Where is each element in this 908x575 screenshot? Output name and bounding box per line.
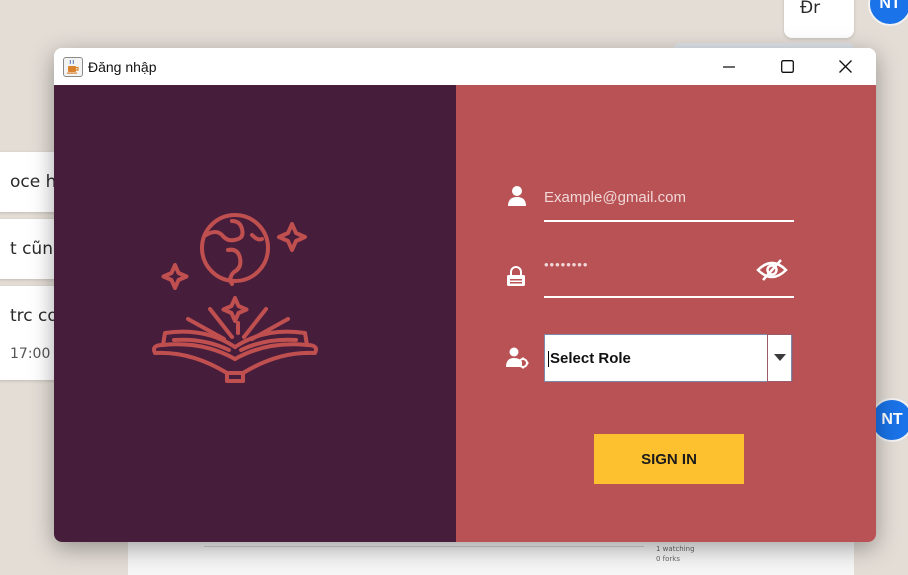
chat-bubble-text: Đr: [800, 0, 821, 18]
chat-message-time: 17:00: [10, 346, 51, 362]
background-divider: [204, 546, 644, 547]
role-dropdown-button[interactable]: [767, 334, 793, 382]
role-select-value: Select Role: [548, 350, 631, 367]
close-icon: [838, 60, 852, 73]
title-bar[interactable]: Đăng nhập: [54, 48, 876, 85]
close-button[interactable]: [816, 48, 874, 85]
chat-message: oce h: [0, 152, 62, 212]
chat-message-text: t cũn: [10, 239, 53, 259]
repo-stats: 1 watching 0 forks: [656, 544, 695, 564]
window-title: Đăng nhập: [88, 59, 157, 75]
password-underline: [544, 296, 794, 298]
login-window: Đăng nhập Example@gmail.com •••••••• Sel…: [54, 48, 876, 542]
user-icon: [508, 186, 526, 206]
password-field[interactable]: ••••••••: [544, 257, 588, 272]
book-globe-illustration: [152, 213, 318, 383]
caret-down-icon: [774, 354, 786, 361]
chat-message: t cũn: [0, 219, 62, 279]
chat-message-text: trc co: [10, 306, 58, 326]
minimize-button[interactable]: [700, 48, 758, 85]
minimize-icon: [723, 65, 735, 68]
java-app-icon: [63, 57, 83, 77]
avatar[interactable]: NT: [868, 0, 908, 26]
login-form-panel: •••••••• Select Role SIGN IN: [456, 85, 876, 542]
maximize-icon: [780, 60, 794, 73]
email-underline: [544, 220, 794, 222]
maximize-button[interactable]: [758, 48, 816, 85]
user-gear-icon: [506, 347, 529, 369]
chat-bubble-top: Đr: [784, 0, 854, 38]
role-select[interactable]: Select Role: [544, 334, 792, 382]
chat-message-text: oce h: [10, 172, 57, 192]
eye-slash-icon[interactable]: [756, 258, 788, 282]
watching-count: 1 watching: [656, 545, 695, 553]
forks-count: 0 forks: [656, 555, 681, 563]
email-input[interactable]: [544, 185, 794, 209]
chat-message: trc co 17:00: [0, 286, 62, 380]
illustration-panel: [54, 85, 456, 542]
sign-in-button[interactable]: SIGN IN: [594, 434, 744, 484]
lock-icon: [507, 266, 525, 286]
